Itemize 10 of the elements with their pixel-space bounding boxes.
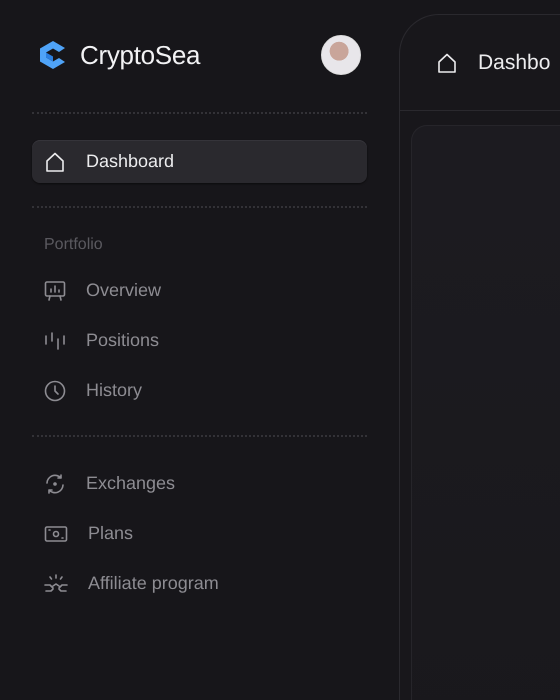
nav-item[interactable]: Exchanges (32, 462, 367, 505)
nav-item[interactable]: Plans (32, 512, 367, 555)
page-title: Dashbo (478, 50, 550, 74)
brand-name: CryptoSea (80, 40, 202, 70)
section-heading: Portfolio (43, 235, 104, 255)
nav-item[interactable]: Positions (32, 319, 367, 362)
nav-item[interactable]: History (32, 369, 367, 412)
nav-item[interactable]: Affiliate program (32, 562, 367, 605)
nav-item[interactable]: Overview (32, 269, 367, 312)
nav-item[interactable]: Dashboard (32, 140, 367, 183)
